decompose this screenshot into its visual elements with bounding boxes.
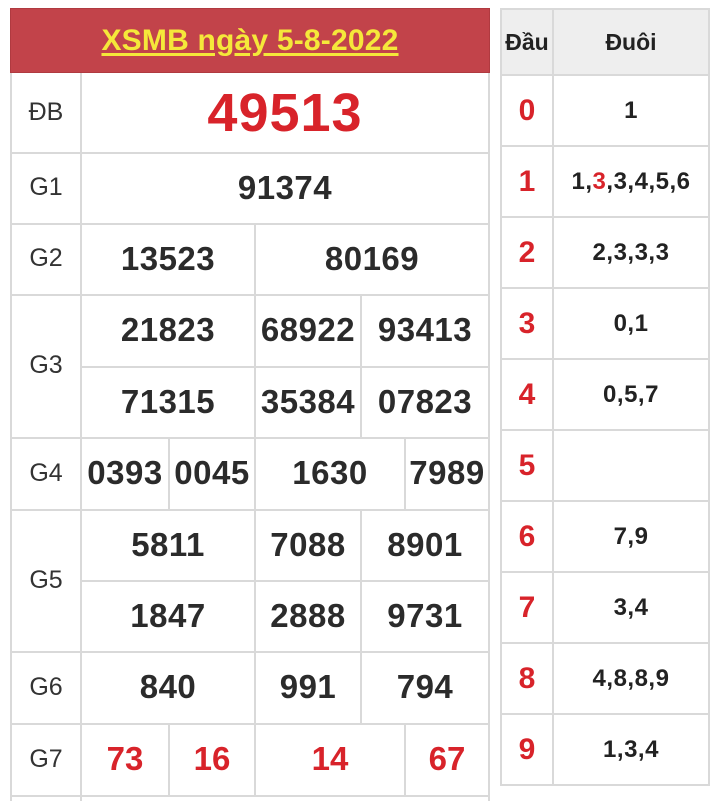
duoi-cell: 1, 3,3,4,5,6 — [554, 147, 708, 216]
results-table: ĐB G1 G2 G3 G4 G5 G6 G7 49513 91374 1352… — [10, 73, 490, 801]
duoi-cell: 2,3,3,3 — [592, 238, 670, 266]
label-g4: G4 — [29, 458, 63, 487]
header-dau: Đầu — [505, 28, 549, 55]
g1-number: 91374 — [237, 168, 333, 206]
duoi-highlight: 3 — [592, 167, 607, 195]
loto-table: Đầu Đuôi 0 1 1 1, 3,3,4,5,6 2 2,3,3,3 3 0… — [500, 8, 710, 786]
duoi-cell: 4,8,8,9 — [592, 664, 670, 692]
dau-cell: 3 — [518, 306, 536, 340]
label-g3: G3 — [29, 351, 63, 379]
label-g6: G6 — [29, 672, 63, 701]
g7-number: 14 — [311, 740, 349, 777]
g4-number: 1630 — [292, 454, 368, 491]
dau-cell: 9 — [518, 732, 536, 766]
dau-cell: 0 — [518, 93, 536, 127]
g5-number: 5811 — [131, 525, 205, 563]
label-g1: G1 — [29, 173, 63, 201]
g3-number: 68922 — [260, 311, 356, 348]
g7-number: 16 — [193, 740, 231, 777]
special-prize-number: 49513 — [207, 82, 363, 143]
duoi-cell: 7,9 — [613, 522, 649, 550]
duoi-cell: 1,3,4 — [603, 735, 659, 763]
dau-cell: 2 — [518, 235, 536, 269]
g4-number: 0045 — [174, 454, 250, 491]
g3-number: 71315 — [120, 382, 216, 420]
g5-number: 2888 — [270, 596, 346, 634]
g7-number: 73 — [106, 740, 144, 777]
label-g7: G7 — [29, 744, 63, 773]
dau-cell: 5 — [518, 448, 536, 482]
header-duoi: Đuôi — [605, 28, 657, 55]
duoi-cell: 1 — [624, 96, 638, 124]
dau-cell: 6 — [518, 519, 536, 553]
dau-cell: 4 — [518, 377, 536, 411]
dau-cell: 8 — [518, 661, 536, 695]
g5-number: 9731 — [387, 596, 463, 634]
g3-number: 21823 — [120, 311, 216, 348]
label-db: ĐB — [28, 98, 64, 126]
g3-number: 35384 — [260, 382, 356, 420]
duoi-part: ,3,4,5,6 — [606, 167, 691, 195]
duoi-cell: 0,5,7 — [603, 380, 659, 408]
g6-number: 991 — [279, 668, 337, 705]
g4-number: 0393 — [87, 454, 163, 491]
results-title-link[interactable]: XSMB ngày 5-8-2022 — [101, 24, 398, 58]
g6-number: 840 — [139, 668, 197, 705]
g2-number: 80169 — [324, 239, 420, 277]
g6-number: 794 — [396, 668, 454, 705]
duoi-cell: 0,1 — [613, 309, 649, 337]
g5-number: 1847 — [130, 596, 206, 634]
label-g2: G2 — [29, 244, 63, 272]
g5-number: 7088 — [270, 525, 346, 563]
results-title-bar: XSMB ngày 5-8-2022 — [10, 8, 490, 73]
g7-number: 67 — [428, 740, 466, 777]
dau-cell: 7 — [518, 590, 536, 624]
label-g5: G5 — [29, 565, 63, 594]
g3-number: 07823 — [377, 382, 473, 420]
dau-cell: 1 — [518, 164, 536, 198]
g5-number: 8901 — [387, 525, 463, 563]
duoi-part: 1, — [571, 167, 593, 195]
duoi-cell: 3,4 — [613, 593, 649, 621]
duoi-cell — [554, 431, 708, 500]
g4-number: 7989 — [409, 454, 485, 491]
g2-number: 13523 — [120, 239, 216, 277]
g3-number: 93413 — [377, 311, 473, 348]
